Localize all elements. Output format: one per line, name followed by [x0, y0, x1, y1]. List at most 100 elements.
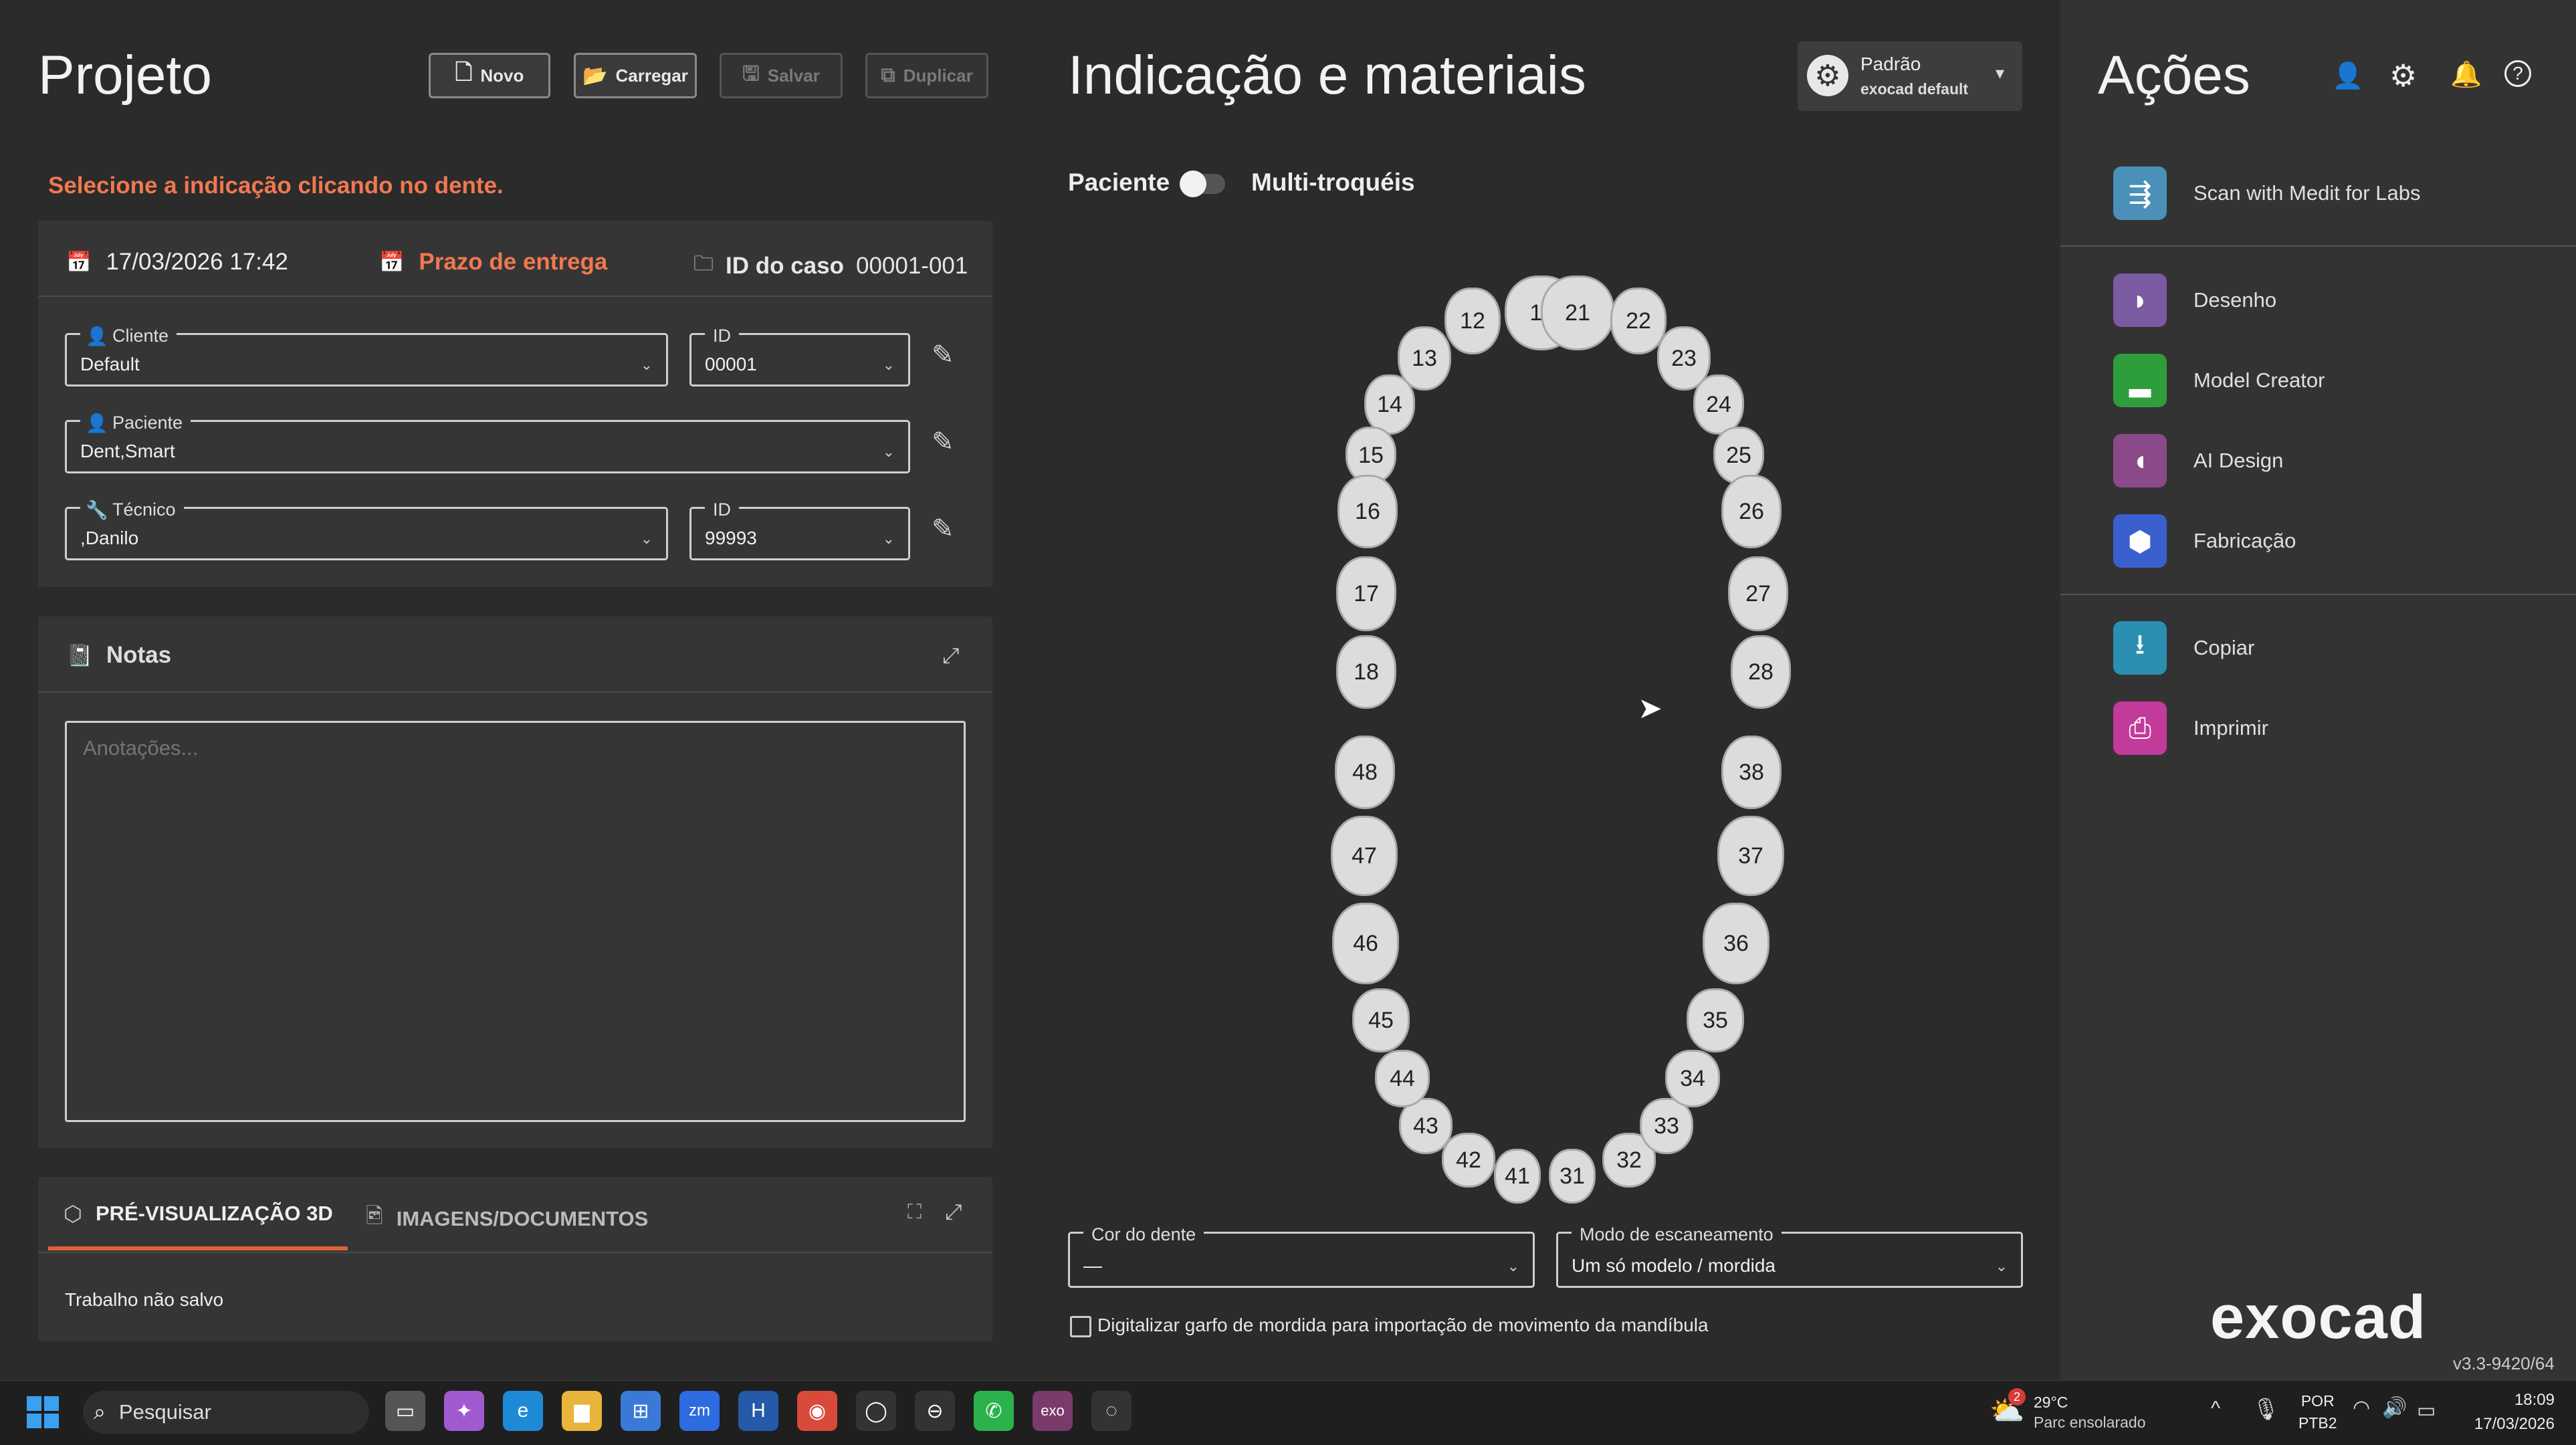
client-id-select[interactable]: ID 00001 ⌄ [689, 326, 910, 386]
tooth-18[interactable]: 18 [1336, 635, 1396, 709]
weather-widget[interactable]: ⛅ 2 29°C Parc ensolarado [1990, 1388, 2163, 1434]
tooth-12[interactable]: 12 [1444, 288, 1501, 354]
chat-app-icon[interactable]: ⊖ [915, 1391, 955, 1431]
search-app-icon[interactable]: ◯ [856, 1391, 896, 1431]
tooth-number: 16 [1355, 498, 1380, 524]
tab-images-documents[interactable]: 🖻 IMAGENS/DOCUMENTOS [366, 1201, 648, 1237]
clock[interactable]: 18:09 17/03/2026 [2461, 1391, 2555, 1434]
microphone-icon[interactable]: 🎙 [2252, 1396, 2280, 1422]
tooth-36[interactable]: 36 [1703, 903, 1769, 984]
copy-download-icon: ⭳ [2113, 621, 2167, 675]
technician-id-select[interactable]: ID 99993 ⌄ [689, 499, 910, 560]
tooth-35[interactable]: 35 [1687, 988, 1744, 1052]
bell-icon[interactable]: 🔔 [2450, 60, 2482, 90]
app-circle-icon[interactable]: ◌ [1091, 1391, 1132, 1431]
patient-icon: 👤 [86, 413, 108, 433]
tooth-47[interactable]: 47 [1331, 816, 1398, 896]
whatsapp-icon[interactable]: ✆ [974, 1391, 1014, 1431]
app-h-icon[interactable]: H [738, 1391, 778, 1431]
tooth-16[interactable]: 16 [1337, 475, 1398, 548]
mode-toggle[interactable] [1180, 171, 1225, 197]
chrome-icon[interactable]: ◉ [797, 1391, 837, 1431]
action-fabrication[interactable]: ⬢ Fabricação [2113, 511, 2296, 571]
scan-mode-value: Um só modelo / mordida [1572, 1255, 1776, 1276]
action-design[interactable]: ◗ Desenho [2113, 270, 2276, 330]
notes-textarea[interactable] [65, 721, 966, 1122]
edge-icon[interactable]: e [503, 1391, 543, 1431]
tooth-44[interactable]: 44 [1375, 1050, 1430, 1107]
edit-client-icon[interactable]: ✎ [932, 340, 954, 370]
action-model-creator[interactable]: ▂ Model Creator [2113, 350, 2325, 411]
action-ai-design[interactable]: ◖ AI Design [2113, 431, 2283, 491]
action-scan-medit-label: Scan with Medit for Labs [2193, 181, 2421, 205]
fullscreen-icon[interactable]: ⛶ [907, 1201, 922, 1224]
action-print[interactable]: ⎙ Imprimir [2113, 698, 2268, 758]
tooth-number: 46 [1353, 930, 1378, 956]
edit-patient-icon[interactable]: ✎ [932, 427, 954, 457]
battery-icon[interactable]: ▭ [2417, 1399, 2436, 1422]
notes-panel: 📓 Notas ⤢ [38, 617, 992, 1148]
exocad-taskbar-icon[interactable]: exo [1033, 1391, 1073, 1431]
tooth-number: 28 [1748, 659, 1774, 685]
tooth-48[interactable]: 48 [1335, 736, 1395, 809]
duplicate-button[interactable]: ⧉ Duplicar [865, 53, 988, 98]
help-icon[interactable]: ? [2504, 60, 2531, 87]
taskbar-search[interactable]: ⌕ Pesquisar [83, 1391, 369, 1434]
wifi-icon[interactable]: ◠ [2353, 1396, 2370, 1420]
deadline-row[interactable]: 📅 Prazo de entrega [379, 249, 607, 275]
version-label: v3.3-9420/64 [2453, 1353, 2555, 1373]
expand-notes-icon[interactable]: ⤢ [942, 643, 960, 669]
tooth-17[interactable]: 17 [1336, 556, 1396, 631]
new-button[interactable]: 🗋 Novo [429, 53, 550, 98]
tooth-45[interactable]: 45 [1352, 988, 1410, 1052]
multi-die-toggle-label: Multi-troquéis [1251, 169, 1415, 196]
tab-preview-3d[interactable]: ⬡ PRÉ-VISUALIZAÇÃO 3D [64, 1201, 333, 1226]
tooth-24[interactable]: 24 [1693, 374, 1744, 435]
tooth-38[interactable]: 38 [1721, 736, 1782, 809]
expand-preview-icon[interactable]: ⤢ [945, 1200, 962, 1225]
user-icon[interactable]: 👤 [2332, 62, 2363, 91]
load-button[interactable]: 📂 Carregar [574, 53, 697, 98]
tooth-34[interactable]: 34 [1665, 1050, 1720, 1107]
patient-select[interactable]: 👤 Paciente Dent,Smart ⌄ [65, 413, 910, 473]
windows-start-icon[interactable] [27, 1396, 59, 1428]
tooth-27[interactable]: 27 [1728, 556, 1788, 631]
action-scan-medit[interactable]: ⇶ Scan with Medit for Labs [2113, 163, 2420, 223]
tooth-21[interactable]: 21 [1541, 275, 1614, 350]
tooth-41[interactable]: 41 [1494, 1149, 1541, 1204]
tooth-26[interactable]: 26 [1721, 475, 1782, 548]
indication-hint: Selecione a indicação clicando no dente. [48, 173, 504, 199]
technician-value: ,Danilo [80, 528, 139, 548]
bite-fork-checkbox[interactable] [1070, 1316, 1091, 1337]
technician-select[interactable]: 🔧 Técnico ,Danilo ⌄ [65, 499, 668, 560]
client-select[interactable]: 👤 Cliente Default ⌄ [65, 326, 668, 386]
notes-title: Notas [106, 642, 172, 668]
tooth-28[interactable]: 28 [1731, 635, 1791, 709]
tooth-number: 18 [1354, 659, 1379, 685]
tooth-37[interactable]: 37 [1717, 816, 1784, 896]
tooth-number: 17 [1354, 580, 1379, 606]
tooth-31[interactable]: 31 [1549, 1149, 1596, 1204]
volume-icon[interactable]: 🔊 [2382, 1396, 2407, 1420]
tooth-46[interactable]: 46 [1332, 903, 1399, 984]
edit-technician-icon[interactable]: ✎ [932, 514, 954, 544]
save-button[interactable]: 🖫 Salvar [720, 53, 843, 98]
tray-chevron-icon[interactable]: ^ [2211, 1398, 2220, 1420]
task-view-icon[interactable]: ▭ [385, 1391, 425, 1431]
tooth-number: 35 [1703, 1007, 1728, 1033]
action-copy[interactable]: ⭳ Copiar [2113, 618, 2254, 678]
actions-divider-2 [2060, 594, 2576, 595]
store-icon[interactable]: ⊞ [621, 1391, 661, 1431]
file-explorer-icon[interactable]: ▆ [562, 1391, 602, 1431]
tab-preview-3d-label: PRÉ-VISUALIZAÇÃO 3D [95, 1202, 333, 1225]
preset-selector[interactable]: ⚙ Padrão exocad default ▾ [1798, 41, 2022, 111]
tooth-color-select[interactable]: Cor do dente — ⌄ [1068, 1224, 1535, 1288]
gear-icon[interactable]: ⚙ [2389, 58, 2417, 94]
tooth-14[interactable]: 14 [1364, 374, 1415, 435]
exocad-logo: exocad [2210, 1283, 2427, 1351]
scan-mode-select[interactable]: Modo de escaneamento Um só modelo / mord… [1556, 1224, 2023, 1288]
zoom-icon[interactable]: zm [679, 1391, 720, 1431]
tooth-number: 12 [1460, 308, 1485, 334]
language-indicator[interactable]: POR PTB2 [2298, 1392, 2337, 1432]
copilot-icon[interactable]: ✦ [444, 1391, 484, 1431]
